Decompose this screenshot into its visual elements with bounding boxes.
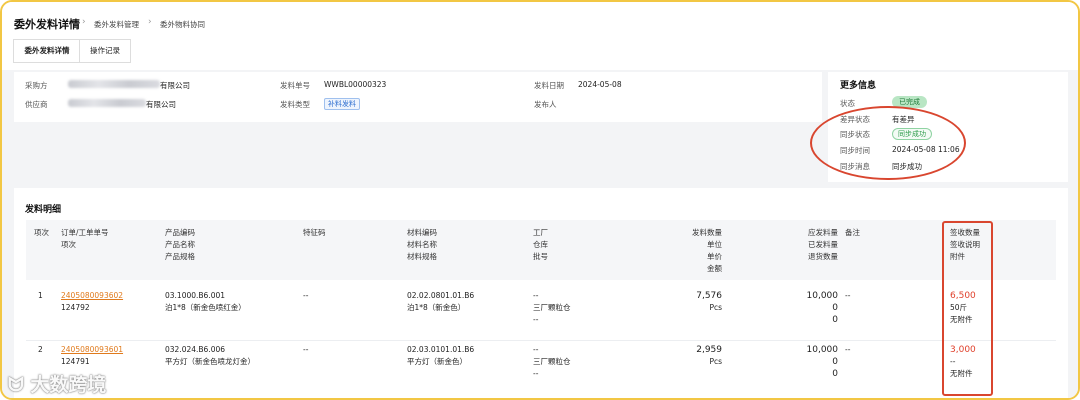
breadcrumb-item-management[interactable]: 委外发料管理	[94, 19, 139, 30]
col-should-qty: 应发料量 已发料量 退货数量	[808, 228, 838, 261]
watermark-logo: ᗢ 大数跨境	[8, 374, 107, 396]
row-remark: --	[845, 345, 851, 354]
issue-type-label: 发料类型	[280, 100, 310, 109]
tab-issue-detail[interactable]: 委外发料详情	[13, 39, 81, 63]
col-material: 材料编码 材料名称 材料规格	[407, 228, 437, 261]
highlight-oval-annotation	[810, 106, 966, 180]
col-remark: 备注	[845, 228, 860, 237]
row-factory: -- 三厂颗粒仓 --	[533, 345, 571, 378]
row-product: 032.024.B6.006 平方灯（新金色喷龙灯金）	[165, 345, 255, 366]
row-material: 02.03.0101.01.B6 平方灯（新金色）	[407, 345, 475, 366]
order-link[interactable]: 2405080093601	[61, 344, 123, 356]
publisher-label: 发布人	[534, 100, 557, 109]
page-frame: 委外发料详情 › 委外发料管理 › 委外物料协同 委外发料详情 操作记录 采购方…	[0, 0, 1080, 400]
row-should-qty: 10,000 0 0	[806, 291, 839, 325]
supplier-redacted	[68, 99, 146, 107]
row-seq: 1	[38, 291, 43, 300]
row-remark: --	[845, 291, 851, 300]
row-feature: --	[303, 291, 309, 300]
row-material: 02.02.0801.01.B6 泊1*8（新金色）	[407, 291, 475, 312]
row-order: 2405080093602 124792	[61, 290, 124, 312]
row-seq: 2	[38, 345, 43, 354]
issue-date-value: 2024-05-08	[578, 80, 622, 89]
purchaser-suffix: 有限公司	[160, 81, 190, 90]
row-issue-qty: 2,959 Pcs	[696, 345, 722, 366]
row-order: 2405080093601 124791	[61, 344, 124, 366]
row-divider	[26, 340, 1056, 341]
issue-detail-card: 发料明细 项次 订单/工单单号 项次 产品编码 产品名称 产品规格 特征码 材料编码材…	[14, 188, 1068, 398]
breadcrumb-item-collab[interactable]: 委外物料协同	[160, 19, 205, 30]
purchaser-label: 采购方	[25, 81, 48, 90]
highlight-box-annotation	[942, 221, 993, 396]
row-should-qty: 10,000 0 0	[806, 345, 839, 379]
page-title: 委外发料详情	[14, 18, 80, 31]
row-issue-qty: 7,576 Pcs	[696, 291, 722, 312]
purchaser-redacted	[68, 80, 160, 88]
table-row: 1 2405080093602 124792 03.1000.B6.001 泊1*…	[26, 284, 1056, 340]
basic-info-card: 采购方 有限公司 供应商 有限公司 发料单号 WWBL00000323 发料类型…	[14, 72, 822, 122]
page-header: 委外发料详情 › 委外发料管理 › 委外物料协同 委外发料详情 操作记录	[2, 2, 1078, 72]
issue-no-value: WWBL00000323	[324, 80, 387, 89]
order-link[interactable]: 2405080093602	[61, 290, 123, 302]
row-factory: -- 三厂颗粒仓 --	[533, 291, 571, 324]
detail-section-title: 发料明细	[25, 205, 62, 215]
status-label: 状态	[840, 99, 855, 108]
chevron-right-icon: ›	[82, 17, 86, 27]
col-factory: 工厂 仓库 批号	[533, 228, 548, 261]
table-header: 项次 订单/工单单号 项次 产品编码 产品名称 产品规格 特征码 材料编码 材料名称 材料…	[26, 220, 1056, 280]
supplier-label: 供应商	[25, 100, 48, 109]
more-info-title: 更多信息	[840, 81, 877, 91]
col-order: 订单/工单单号 项次	[61, 228, 109, 249]
watermark-icon: ᗢ	[8, 374, 24, 396]
col-issue-qty: 发料数量 单位 单价 金额	[692, 228, 722, 273]
issue-no-label: 发料单号	[280, 81, 310, 90]
supplier-suffix: 有限公司	[146, 100, 176, 109]
issue-date-label: 发料日期	[534, 81, 564, 90]
col-seq: 项次	[34, 228, 49, 237]
row-product: 03.1000.B6.001 泊1*8（新金色喷红金）	[165, 291, 246, 312]
col-product: 产品编码 产品名称 产品规格	[165, 228, 195, 261]
table-row: 2 2405080093601 124791 032.024.B6.006 平方灯…	[26, 342, 1056, 398]
col-feature: 特征码	[303, 228, 326, 237]
chevron-right-icon: ›	[148, 17, 152, 27]
tab-operation-log[interactable]: 操作记录	[79, 39, 131, 63]
issue-type-badge: 补料发料	[324, 98, 360, 110]
row-feature: --	[303, 345, 309, 354]
